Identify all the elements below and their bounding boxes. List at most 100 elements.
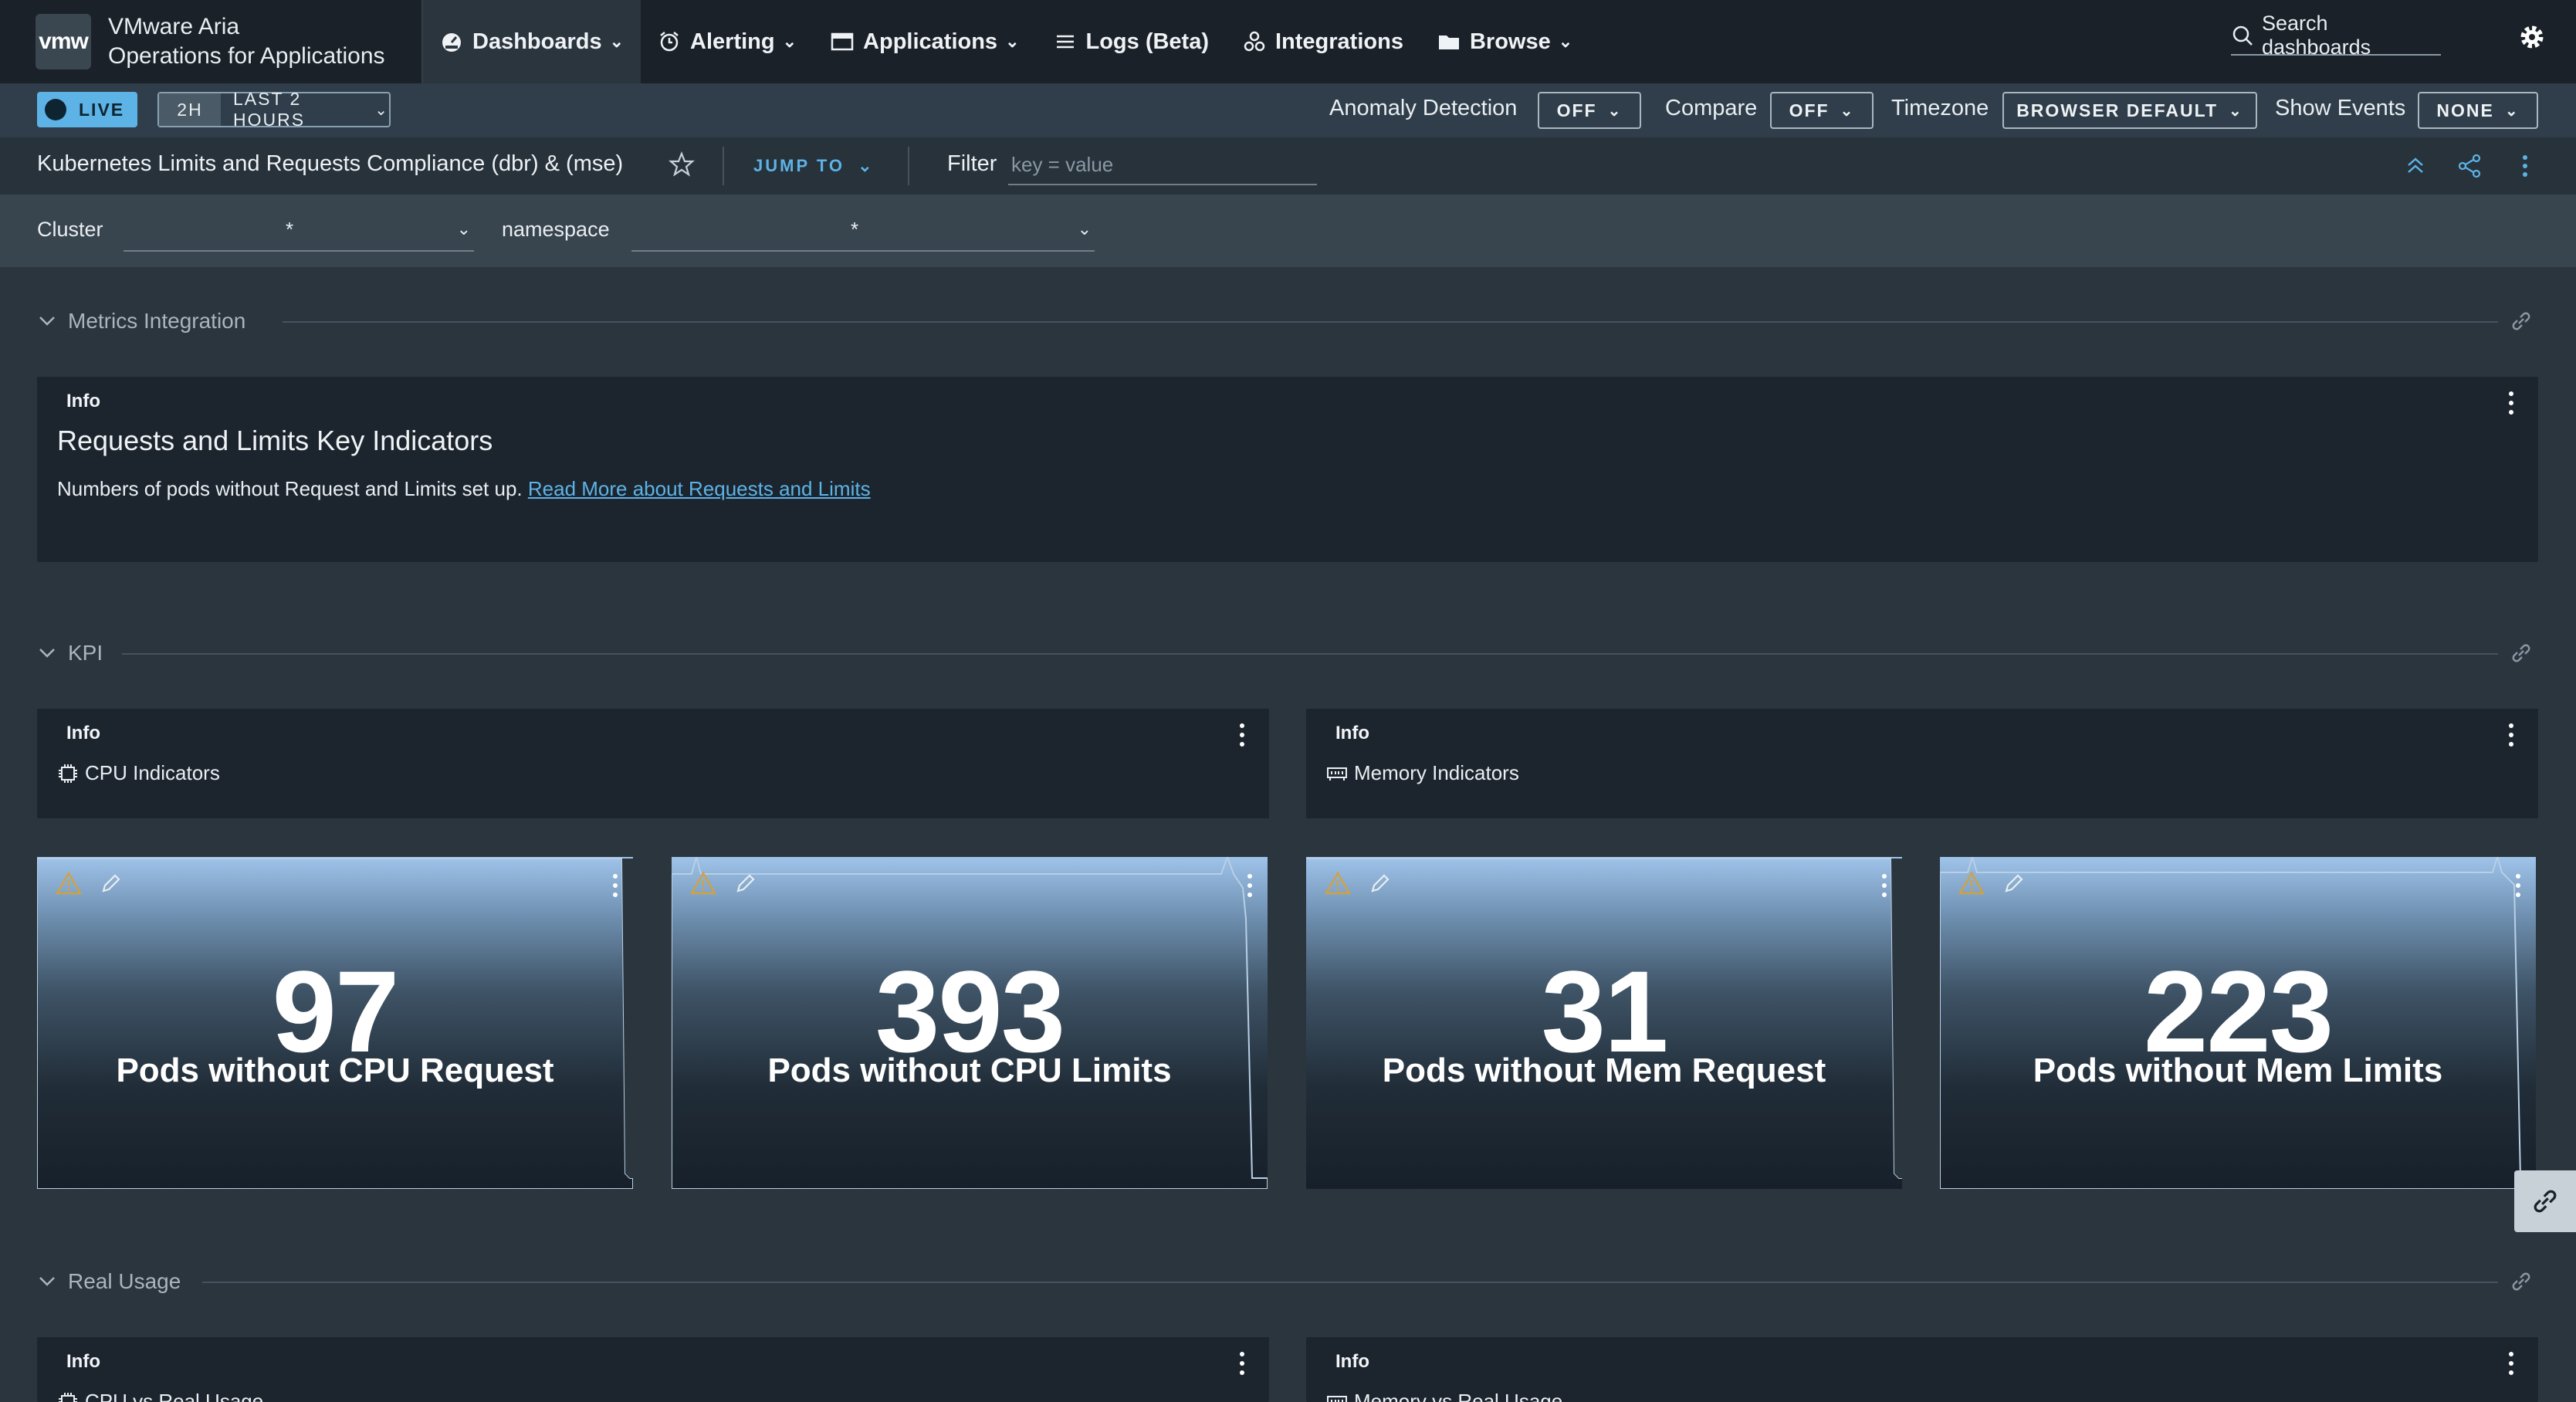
- nav-dashboards[interactable]: Dashboards ⌄: [423, 0, 641, 83]
- chevron-down-icon: ⌄: [1077, 219, 1092, 239]
- info-panel-requests-limits: Info Requests and Limits Key Indicators …: [37, 377, 2538, 562]
- section-kpi[interactable]: KPI: [37, 638, 103, 669]
- panel-type: Info: [66, 723, 100, 743]
- brand[interactable]: vmw VMware Aria Operations for Applicati…: [0, 0, 423, 83]
- panel-subtitle: Memory vs Real Usage: [1326, 1390, 1562, 1402]
- panel-type: Info: [1335, 1351, 1369, 1372]
- nav-dashboards-label: Dashboards: [472, 29, 602, 54]
- compare-dropdown[interactable]: OFF ⌄: [1770, 92, 1874, 129]
- gear-icon[interactable]: [2518, 23, 2546, 51]
- chevron-down-icon: [39, 1277, 55, 1286]
- more-options-icon[interactable]: [2512, 153, 2538, 179]
- more-options-icon[interactable]: [2507, 389, 2515, 417]
- panel-subtitle-text: CPU vs Real Usage: [85, 1390, 264, 1402]
- section-divider: [202, 1282, 2498, 1283]
- more-options-icon[interactable]: [1238, 1350, 1246, 1377]
- section-divider: [122, 653, 2498, 655]
- read-more-link[interactable]: Read More about Requests and Limits: [528, 477, 871, 500]
- edit-icon[interactable]: [2002, 871, 2026, 896]
- panel-subtitle: CPU Indicators: [57, 761, 220, 785]
- kpi-tile-cpu-limits[interactable]: 393 Pods without CPU Limits: [672, 857, 1268, 1189]
- kpi-label: Pods without Mem Limits: [2033, 1052, 2443, 1089]
- live-button[interactable]: LIVE: [37, 92, 137, 127]
- show-events-value: NONE: [2436, 100, 2494, 120]
- edit-icon[interactable]: [99, 871, 124, 896]
- alarm-icon: [658, 30, 681, 53]
- edit-icon[interactable]: [733, 871, 758, 896]
- search-placeholder: Search dashboards: [2262, 12, 2371, 59]
- divider: [908, 147, 909, 185]
- link-icon[interactable]: [2509, 309, 2534, 334]
- warning-icon: [56, 871, 82, 895]
- nav-browse[interactable]: Browse ⌄: [1420, 0, 1589, 83]
- nav-integrations[interactable]: Integrations: [1226, 0, 1420, 83]
- kpi-tile-cpu-request[interactable]: 97 Pods without CPU Request: [37, 857, 633, 1189]
- filter-placeholder: key = value: [1011, 153, 1114, 176]
- anomaly-detection-label: Anomaly Detection: [1329, 96, 1518, 120]
- link-icon[interactable]: [2509, 1269, 2534, 1294]
- time-range-dropdown[interactable]: LAST 2 HOURS ⌄: [221, 89, 389, 130]
- show-events-dropdown[interactable]: NONE ⌄: [2418, 92, 2538, 129]
- info-panel-memory-vs-real-usage: Info Memory vs Real Usage: [1306, 1337, 2538, 1402]
- app-name: VMware Aria Operations for Applications: [108, 12, 385, 71]
- nav-logs[interactable]: Logs (Beta): [1037, 0, 1227, 83]
- kpi-label: Pods without Mem Request: [1382, 1052, 1826, 1089]
- more-options-icon[interactable]: [1880, 872, 1888, 899]
- section-title: KPI: [68, 641, 103, 665]
- kpi-tile-mem-request[interactable]: 31 Pods without Mem Request: [1306, 857, 1902, 1189]
- section-real-usage[interactable]: Real Usage: [37, 1266, 181, 1297]
- search-dashboards-input[interactable]: Search dashboards: [2231, 12, 2441, 59]
- nav-logs-label: Logs (Beta): [1085, 29, 1210, 54]
- more-options-icon[interactable]: [2507, 721, 2515, 749]
- panel-type: Info: [1335, 723, 1369, 743]
- chevron-down-icon: ⌄: [1558, 32, 1573, 51]
- integrations-icon: [1243, 30, 1266, 53]
- chevron-down-icon: ⌄: [1005, 32, 1020, 51]
- chevron-down-icon: ⌄: [374, 101, 389, 119]
- star-icon[interactable]: [669, 151, 695, 178]
- panel-type: Info: [66, 391, 100, 411]
- section-title: Metrics Integration: [68, 309, 246, 333]
- edit-icon[interactable]: [1368, 871, 1393, 896]
- more-options-icon[interactable]: [1238, 721, 1246, 749]
- nav-alerting-label: Alerting: [690, 29, 775, 54]
- more-options-icon[interactable]: [2507, 1350, 2515, 1377]
- floating-link-button[interactable]: [2514, 1170, 2576, 1232]
- variable-cluster-select[interactable]: * ⌄: [124, 208, 474, 252]
- live-label: LIVE: [79, 99, 125, 120]
- timezone-dropdown[interactable]: BROWSER DEFAULT ⌄: [2002, 92, 2257, 129]
- panel-subtitle: CPU vs Real Usage: [57, 1390, 263, 1402]
- nav-integrations-label: Integrations: [1275, 29, 1403, 54]
- share-icon[interactable]: [2456, 153, 2483, 179]
- time-range-selector[interactable]: 2H LAST 2 HOURS ⌄: [157, 89, 391, 130]
- cpu-icon: [59, 1392, 77, 1402]
- nav-applications[interactable]: Applications ⌄: [814, 0, 1036, 83]
- time-range-label: LAST 2 HOURS: [233, 89, 306, 130]
- list-icon: [1054, 30, 1077, 53]
- chevron-down-icon: ⌄: [2504, 102, 2520, 120]
- info-panel-cpu-indicators: Info CPU Indicators: [37, 709, 1269, 818]
- nav-alerting[interactable]: Alerting ⌄: [641, 0, 814, 83]
- variable-cluster-value: *: [286, 218, 294, 241]
- filter-input[interactable]: key = value: [1008, 147, 1317, 185]
- chevron-down-icon: ⌄: [609, 32, 625, 51]
- memory-icon: [1327, 1395, 1347, 1402]
- more-options-icon[interactable]: [611, 872, 619, 899]
- jump-to-label: JUMP TO: [753, 156, 845, 175]
- more-options-icon[interactable]: [1246, 872, 1254, 899]
- link-icon[interactable]: [2509, 641, 2534, 665]
- kpi-tile-mem-limits[interactable]: 223 Pods without Mem Limits: [1940, 857, 2536, 1189]
- anomaly-detection-dropdown[interactable]: OFF ⌄: [1538, 92, 1641, 129]
- kpi-label: Pods without CPU Request: [116, 1052, 554, 1089]
- section-metrics-integration[interactable]: Metrics Integration: [37, 306, 245, 337]
- more-options-icon[interactable]: [2514, 872, 2522, 899]
- jump-to-button[interactable]: JUMP TO ⌄: [753, 156, 875, 176]
- variable-namespace-select[interactable]: * ⌄: [631, 208, 1095, 252]
- info-panel-cpu-vs-real-usage: Info CPU vs Real Usage: [37, 1337, 1269, 1402]
- folder-icon: [1437, 30, 1461, 53]
- chevron-down-icon: ⌄: [2229, 102, 2243, 120]
- chevron-down-icon: ⌄: [782, 32, 797, 51]
- collapse-all-icon[interactable]: [2402, 153, 2429, 179]
- time-range-short[interactable]: 2H: [159, 93, 221, 126]
- variable-cluster-label: Cluster: [37, 218, 103, 241]
